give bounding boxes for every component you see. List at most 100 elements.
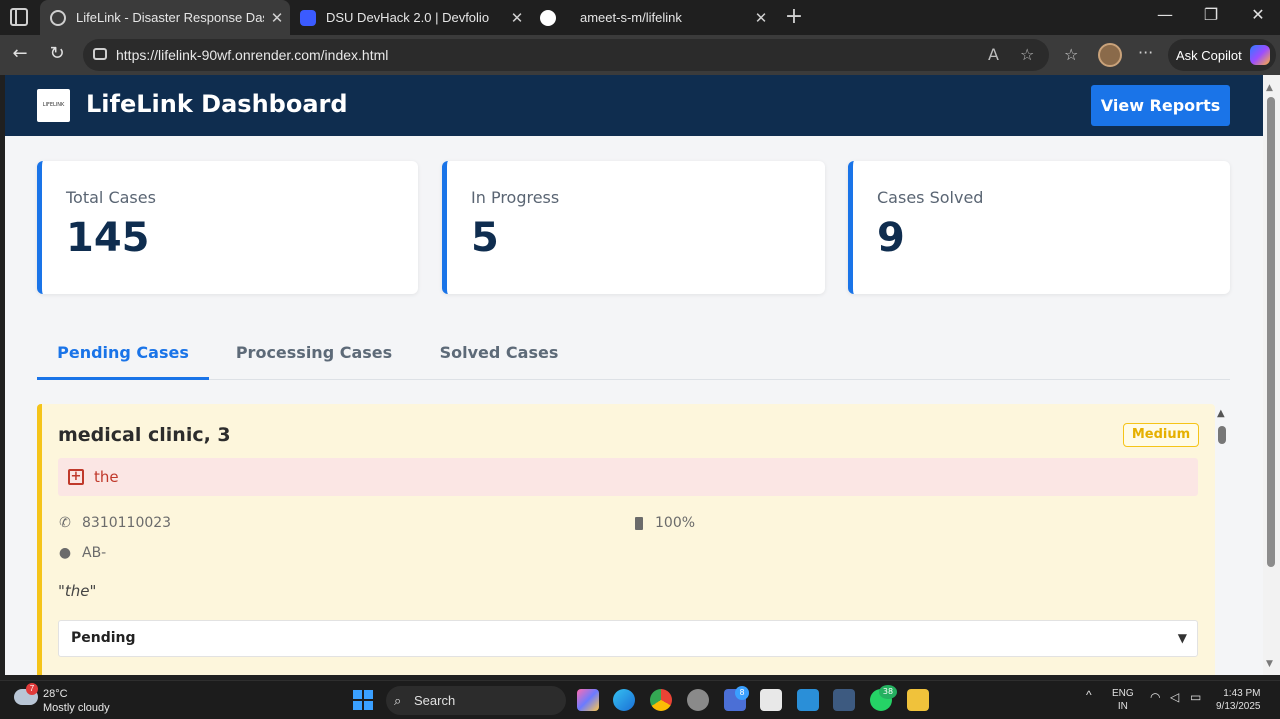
- battery-level: 100%: [655, 515, 696, 531]
- medical-plus-icon: +: [68, 469, 84, 485]
- windows-taskbar: 7 28°C Mostly cloudy ⌕ Search 8 38 ^ ENG…: [0, 680, 1280, 719]
- copilot-label: Ask Copilot: [1176, 47, 1242, 63]
- stat-card-in-progress: In Progress 5: [442, 161, 825, 294]
- restore-icon[interactable]: ❐: [1196, 5, 1226, 24]
- window-close-icon[interactable]: ✕: [1243, 5, 1273, 24]
- url-text: https://lifelink-90wf.onrender.com/index…: [116, 47, 389, 63]
- close-icon[interactable]: ✕: [504, 9, 530, 27]
- tab-pending-cases[interactable]: Pending Cases: [37, 337, 209, 380]
- case-card: medical clinic, 3 Medium + the ✆ 8310110…: [37, 404, 1215, 675]
- browser-tab-devfolio[interactable]: DSU DevHack 2.0 | Devfolio ✕: [290, 0, 530, 35]
- page-scrollbar[interactable]: ▲ ▼: [1263, 75, 1280, 675]
- case-tabs: Pending Cases Processing Cases Solved Ca…: [37, 337, 1230, 380]
- wifi-icon[interactable]: ◠: [1150, 691, 1160, 704]
- volume-icon[interactable]: ◁: [1170, 691, 1179, 704]
- close-icon[interactable]: ✕: [264, 9, 290, 27]
- ask-copilot-button[interactable]: Ask Copilot: [1168, 39, 1276, 71]
- phone-icon: ✆: [59, 515, 71, 531]
- weather-text: 28°C Mostly cloudy: [43, 687, 110, 715]
- language-indicator[interactable]: ENG IN: [1112, 687, 1134, 713]
- stat-value: 9: [877, 215, 905, 261]
- weather-desc: Mostly cloudy: [43, 702, 110, 714]
- edge-icon[interactable]: [613, 689, 635, 711]
- lang-primary: ENG: [1112, 688, 1134, 699]
- scroll-up-icon[interactable]: ▲: [1266, 83, 1273, 93]
- status-select[interactable]: Pending ▼: [58, 620, 1198, 657]
- url-field[interactable]: https://lifelink-90wf.onrender.com/index…: [83, 39, 1049, 71]
- tab-processing-cases[interactable]: Processing Cases: [227, 337, 401, 380]
- copilot-icon: [1249, 45, 1270, 65]
- stat-label: Cases Solved: [877, 188, 984, 207]
- copilot-app-icon[interactable]: [577, 689, 599, 711]
- tab-title: LifeLink - Disaster Response Dash: [76, 10, 264, 25]
- back-icon[interactable]: ←: [8, 43, 32, 64]
- read-aloud-icon[interactable]: A: [988, 45, 999, 64]
- location-pin-icon: ●: [58, 545, 72, 561]
- tab-title: ameet-s-m/lifelink: [580, 10, 682, 25]
- lock-icon: [93, 48, 107, 60]
- favorite-star-icon[interactable]: ☆: [1020, 45, 1034, 64]
- close-icon[interactable]: ✕: [748, 9, 774, 27]
- clock-time: 1:43 PM: [1223, 688, 1261, 699]
- search-label: Search: [414, 693, 456, 708]
- stat-card-solved: Cases Solved 9: [848, 161, 1230, 294]
- start-icon[interactable]: [353, 690, 373, 710]
- devfolio-icon: [300, 9, 316, 26]
- blood-group-row: ● AB-: [58, 545, 106, 561]
- priority-badge: Medium: [1123, 423, 1199, 447]
- ssms-icon[interactable]: [833, 689, 855, 711]
- profile-avatar[interactable]: [1098, 43, 1122, 67]
- search-icon: ⌕: [394, 693, 402, 708]
- globe-icon: [50, 9, 66, 26]
- blood-group: AB-: [82, 545, 107, 561]
- refresh-icon[interactable]: ↻: [45, 43, 69, 64]
- settings-gear-icon[interactable]: [687, 689, 709, 711]
- address-bar: ← ↻ https://lifelink-90wf.onrender.com/i…: [0, 35, 1280, 75]
- tab-solved-cases[interactable]: Solved Cases: [429, 337, 569, 380]
- phone-row: ✆ 8310110023: [58, 515, 171, 531]
- case-title: medical clinic, 3: [58, 424, 231, 446]
- page-title: LifeLink Dashboard: [86, 90, 348, 118]
- more-icon[interactable]: ···: [1138, 43, 1153, 62]
- stat-value: 145: [66, 215, 150, 261]
- minimize-icon[interactable]: —: [1150, 5, 1180, 24]
- tab-title: DSU DevHack 2.0 | Devfolio: [326, 10, 490, 25]
- browser-tab-strip: LifeLink - Disaster Response Dash ✕ DSU …: [0, 0, 1280, 35]
- clock[interactable]: 1:43 PM 9/13/2025: [1216, 687, 1261, 713]
- scroll-up-icon[interactable]: ▲: [1217, 408, 1225, 419]
- app-header: LIFELINK LifeLink Dashboard View Reports: [5, 75, 1263, 136]
- tray-overflow-icon[interactable]: ^: [1086, 689, 1092, 702]
- need-banner: + the: [58, 458, 1198, 496]
- browser-tab-github[interactable]: ameet-s-m/lifelink ✕: [530, 0, 774, 35]
- battery-icon: [635, 516, 643, 530]
- taskbar-search[interactable]: ⌕ Search: [386, 686, 566, 715]
- vscode-icon[interactable]: [797, 689, 819, 711]
- new-tab-icon[interactable]: +: [782, 4, 806, 29]
- github-icon: [540, 9, 556, 26]
- stat-card-total: Total Cases 145: [37, 161, 418, 294]
- scroll-thumb[interactable]: [1267, 97, 1275, 567]
- file-explorer-icon[interactable]: [907, 689, 929, 711]
- scroll-thumb[interactable]: [1218, 426, 1226, 444]
- page-viewport: LIFELINK LifeLink Dashboard View Reports…: [5, 75, 1263, 675]
- case-message: "the": [58, 582, 97, 600]
- teams-badge: 8: [735, 686, 749, 700]
- phone-number: 8310110023: [82, 515, 172, 531]
- tab-actions-icon[interactable]: [10, 8, 28, 26]
- favorites-icon[interactable]: ☆: [1064, 45, 1078, 64]
- browser-tab-lifelink[interactable]: LifeLink - Disaster Response Dash ✕: [40, 0, 290, 35]
- stat-label: In Progress: [471, 188, 560, 207]
- chrome-icon[interactable]: [650, 689, 672, 711]
- chevron-down-icon: ▼: [1177, 631, 1187, 645]
- weather-alert-badge: 7: [26, 683, 38, 695]
- case-list-scrollbar[interactable]: ▲: [1217, 408, 1229, 675]
- need-text: the: [94, 468, 119, 486]
- store-icon[interactable]: [760, 689, 782, 711]
- clock-date: 9/13/2025: [1216, 701, 1261, 712]
- scroll-down-icon[interactable]: ▼: [1266, 659, 1273, 669]
- view-reports-button[interactable]: View Reports: [1091, 85, 1230, 126]
- stat-label: Total Cases: [66, 188, 156, 207]
- battery-row: 100%: [635, 515, 695, 531]
- battery-tray-icon[interactable]: ▭: [1190, 691, 1201, 704]
- status-value: Pending: [71, 630, 136, 646]
